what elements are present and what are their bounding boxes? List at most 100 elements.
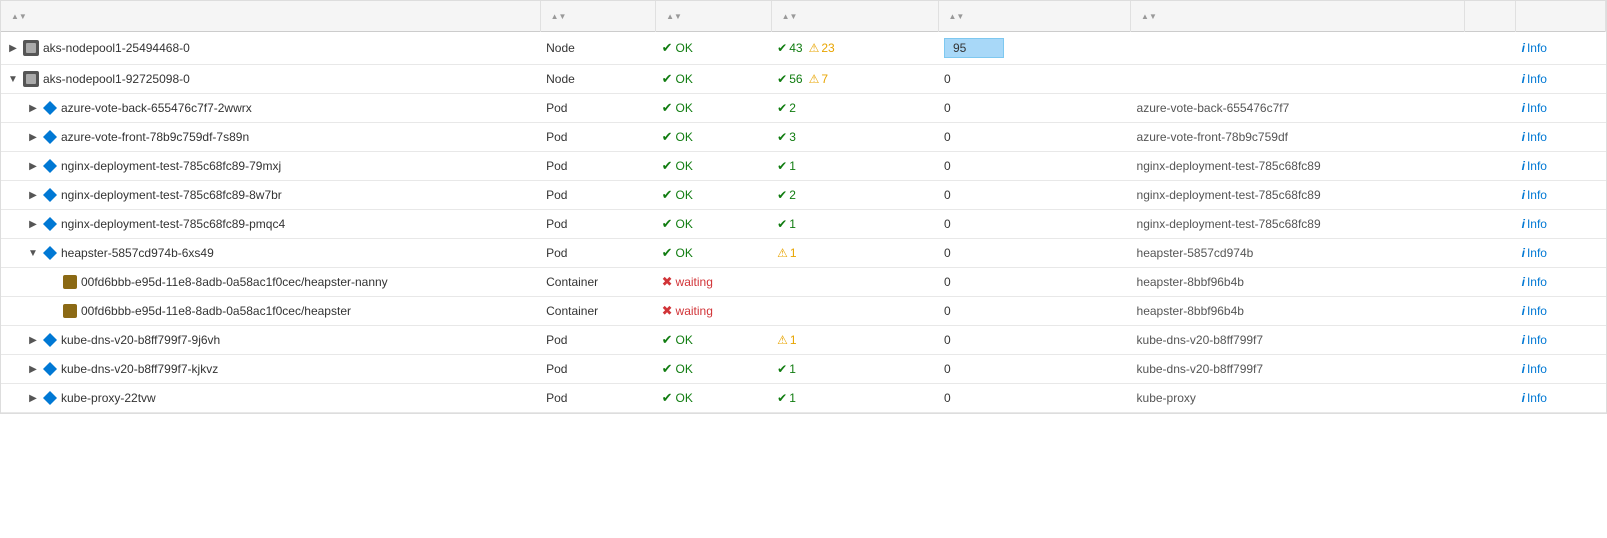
info-icon: i <box>1522 188 1525 202</box>
expand-button[interactable]: ▶ <box>27 102 39 114</box>
kind-value: Pod <box>546 333 567 347</box>
expand-button[interactable]: ▶ <box>27 189 39 201</box>
sort-icons-status[interactable]: ▲▼ <box>666 13 682 21</box>
info-cell[interactable]: i Info <box>1516 384 1606 413</box>
status-ok: ✔ OK <box>662 100 766 116</box>
col-header-status[interactable]: ▲▼ <box>656 1 772 32</box>
node-icon <box>23 40 39 56</box>
info-label: Info <box>1527 333 1547 347</box>
info-cell[interactable]: i Info <box>1516 181 1606 210</box>
sort-icons-name[interactable]: ▲▼ <box>11 13 27 21</box>
expand-button[interactable]: ▶ <box>27 131 39 143</box>
children-status-cell: ⚠ 1 <box>771 326 938 355</box>
info-link[interactable]: i Info <box>1522 304 1600 318</box>
info-cell[interactable]: i Info <box>1516 65 1606 94</box>
children-ok: ✔ 1 <box>777 217 796 231</box>
info-link[interactable]: i Info <box>1522 159 1600 173</box>
name-cell: ▶ kube-proxy-22tvw <box>1 384 540 413</box>
info-cell[interactable]: i Info <box>1516 94 1606 123</box>
col-header-dots <box>1464 1 1515 32</box>
col-header-metric[interactable]: ▲▼ <box>938 1 1131 32</box>
info-link[interactable]: i Info <box>1522 333 1600 347</box>
info-label: Info <box>1527 130 1547 144</box>
check-icon: ✔ <box>662 390 673 406</box>
info-cell[interactable]: i Info <box>1516 355 1606 384</box>
expand-button[interactable]: ▶ <box>7 42 19 54</box>
col-header-controller[interactable]: ▲▼ <box>1131 1 1465 32</box>
info-cell[interactable]: i Info <box>1516 268 1606 297</box>
expand-button[interactable]: ▶ <box>27 334 39 346</box>
info-link[interactable]: i Info <box>1522 362 1600 376</box>
check-icon: ✔ <box>662 361 673 377</box>
expand-button[interactable]: ▶ <box>27 363 39 375</box>
status-ok: ✔ OK <box>662 158 766 174</box>
expand-button[interactable]: ▶ <box>27 218 39 230</box>
children-cell: ⚠ 1 <box>777 246 932 260</box>
kind-cell: Container <box>540 268 656 297</box>
controller-value: azure-vote-front-78b9c759df <box>1137 130 1288 144</box>
info-link[interactable]: i Info <box>1522 188 1600 202</box>
kind-cell: Pod <box>540 239 656 268</box>
info-cell[interactable]: i Info <box>1516 210 1606 239</box>
info-link[interactable]: i Info <box>1522 391 1600 405</box>
expand-button[interactable]: ▶ <box>27 392 39 404</box>
col-header-name[interactable]: ▲▼ <box>1 1 540 32</box>
controller-cell: nginx-deployment-test-785c68fc89 <box>1131 210 1465 239</box>
info-cell[interactable]: i Info <box>1516 152 1606 181</box>
info-cell[interactable]: i Info <box>1516 326 1606 355</box>
info-cell[interactable]: i Info <box>1516 297 1606 326</box>
status-ok: ✔ OK <box>662 40 766 56</box>
main-table-container: ▲▼ ▲▼ ▲▼ ▲▼ ▲▼ <box>0 0 1607 414</box>
info-link[interactable]: i Info <box>1522 246 1600 260</box>
info-link[interactable]: i Info <box>1522 101 1600 115</box>
children-status-cell: ✔ 56 ⚠ 7 <box>771 65 938 94</box>
kind-value: Pod <box>546 101 567 115</box>
row-name-text: aks-nodepool1-92725098-0 <box>43 72 190 86</box>
info-cell[interactable]: i Info <box>1516 123 1606 152</box>
children-warn: ⚠ 23 <box>809 41 835 55</box>
children-ok-count: 3 <box>789 130 796 144</box>
info-link[interactable]: i Info <box>1522 217 1600 231</box>
children-ok-count: 1 <box>789 391 796 405</box>
name-cell: ▶ kube-dns-v20-b8ff799f7-9j6vh <box>1 326 540 355</box>
collapse-button[interactable]: ▼ <box>27 247 39 259</box>
table-row: ▶ azure-vote-back-655476c7f7-2wwrx Pod ✔… <box>1 94 1606 123</box>
info-link[interactable]: i Info <box>1522 72 1600 86</box>
status-cell: ✔ OK <box>656 94 772 123</box>
name-cell-inner: ▶ nginx-deployment-test-785c68fc89-pmqc4 <box>27 217 534 231</box>
table-row: ▶ kube-proxy-22tvw Pod ✔ OK ✔ 1 0kube-pr… <box>1 384 1606 413</box>
status-label: OK <box>676 130 693 144</box>
status-ok: ✔ OK <box>662 71 766 87</box>
info-link[interactable]: i Info <box>1522 275 1600 289</box>
info-link[interactable]: i Info <box>1522 130 1600 144</box>
sort-icons-metric[interactable]: ▲▼ <box>949 13 965 21</box>
col-header-kind[interactable]: ▲▼ <box>540 1 656 32</box>
info-label: Info <box>1527 246 1547 260</box>
children-cell: ✔ 2 <box>777 101 932 115</box>
controller-cell: nginx-deployment-test-785c68fc89 <box>1131 181 1465 210</box>
info-cell[interactable]: i Info <box>1516 239 1606 268</box>
kind-cell: Pod <box>540 152 656 181</box>
children-ok-count: 56 <box>789 72 802 86</box>
status-label: OK <box>676 217 693 231</box>
sort-icons-kind[interactable]: ▲▼ <box>551 13 567 21</box>
children-ok: ✔ 2 <box>777 188 796 202</box>
name-cell-inner: ▼ aks-nodepool1-92725098-0 <box>7 71 534 87</box>
dots-cell <box>1464 32 1515 65</box>
status-label: OK <box>676 41 693 55</box>
info-icon: i <box>1522 246 1525 260</box>
sort-icons-controller[interactable]: ▲▼ <box>1141 13 1157 21</box>
kind-value: Node <box>546 72 575 86</box>
children-status-cell: ✔ 3 <box>771 123 938 152</box>
col-header-children[interactable]: ▲▼ <box>771 1 938 32</box>
expand-button[interactable]: ▶ <box>27 160 39 172</box>
info-cell[interactable]: i Info <box>1516 32 1606 65</box>
kind-cell: Container <box>540 297 656 326</box>
collapse-button[interactable]: ▼ <box>7 73 19 85</box>
metric-cell: 0 <box>938 355 1131 384</box>
sort-icons-children[interactable]: ▲▼ <box>782 13 798 21</box>
metric-cell: 0 <box>938 210 1131 239</box>
check-icon: ✔ <box>662 216 673 232</box>
info-link[interactable]: i Info <box>1522 41 1600 55</box>
children-ok-count: 1 <box>789 217 796 231</box>
